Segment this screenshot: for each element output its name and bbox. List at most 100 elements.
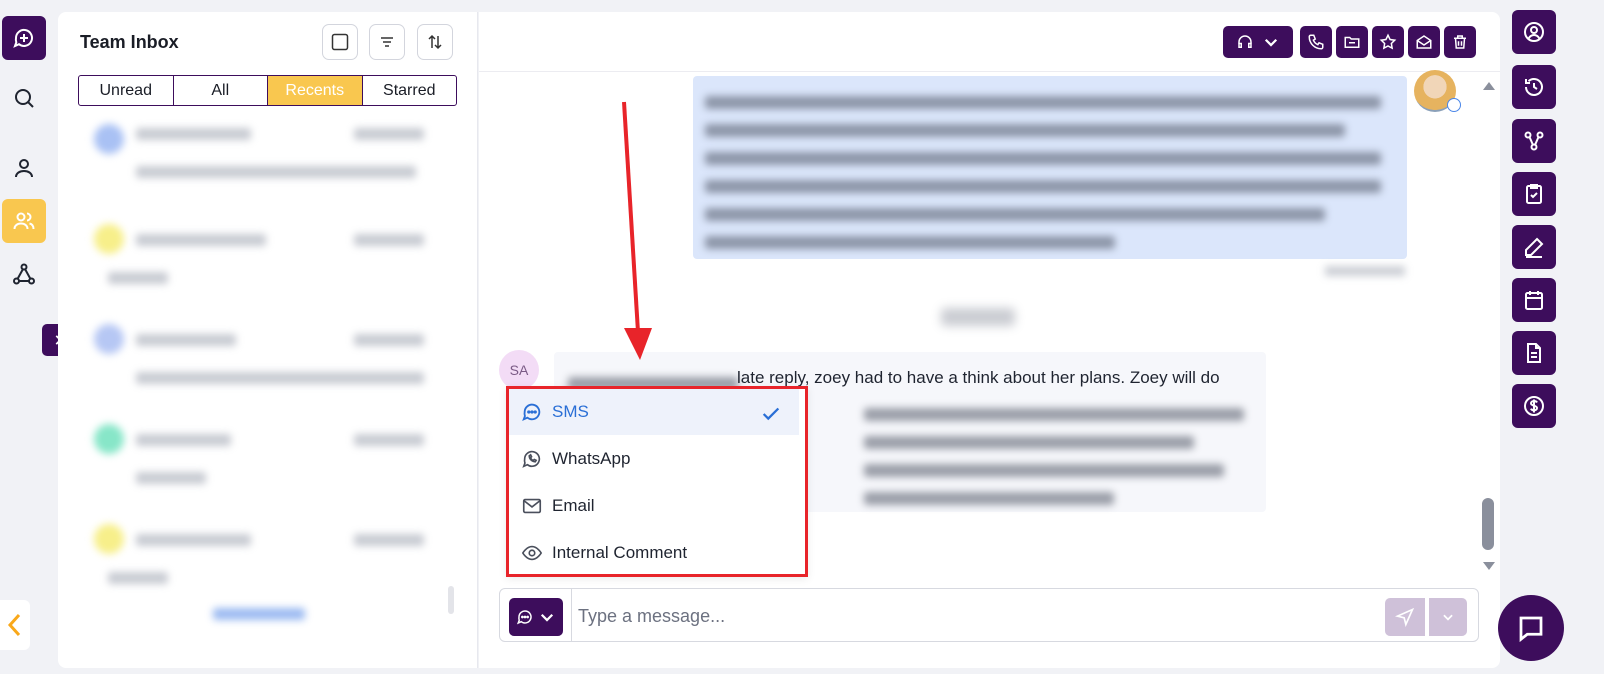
chat-bubble-icon xyxy=(1519,616,1543,643)
mark-read-button[interactable] xyxy=(1408,26,1440,58)
message-input[interactable] xyxy=(578,598,1368,634)
sms-icon xyxy=(522,403,541,422)
workflow-button[interactable] xyxy=(1512,119,1556,163)
archive-button[interactable] xyxy=(1336,26,1368,58)
avatar xyxy=(94,124,124,154)
load-more-link[interactable] xyxy=(213,608,305,620)
annotation-arrow xyxy=(622,101,652,360)
call-button[interactable] xyxy=(1300,26,1332,58)
channel-select-button[interactable] xyxy=(509,598,563,636)
profile-button[interactable] xyxy=(1512,10,1556,54)
chevron-down-icon xyxy=(540,613,554,622)
contact-avatar: SA xyxy=(499,350,539,390)
sms-badge-icon xyxy=(1447,98,1461,112)
star-button[interactable] xyxy=(1372,26,1404,58)
document-icon xyxy=(1527,343,1541,363)
scroll-down-arrow[interactable] xyxy=(1483,562,1495,570)
select-all-checkbox[interactable] xyxy=(322,24,358,60)
right-rail xyxy=(1512,10,1556,430)
folder-icon xyxy=(1344,36,1360,48)
send-options-button[interactable] xyxy=(1429,598,1467,636)
headset-icon xyxy=(1238,35,1252,48)
channel-option-label: Internal Comment xyxy=(552,543,688,562)
conversation-list xyxy=(58,116,478,616)
contacts-button[interactable] xyxy=(2,146,46,190)
sms-icon xyxy=(516,610,532,625)
message-timestamp xyxy=(1325,266,1405,276)
documents-button[interactable] xyxy=(1512,331,1556,375)
new-chat-button[interactable] xyxy=(2,16,46,60)
search-button[interactable] xyxy=(2,76,46,120)
calendar-button[interactable] xyxy=(1512,278,1556,322)
send-button[interactable] xyxy=(1385,598,1425,636)
tab-unread[interactable]: Unread xyxy=(79,76,174,105)
avatar xyxy=(94,324,124,354)
delete-button[interactable] xyxy=(1444,26,1476,58)
channel-option-email[interactable]: Email xyxy=(509,483,799,529)
history-button[interactable] xyxy=(1512,65,1556,109)
scroll-up-arrow[interactable] xyxy=(1483,82,1495,90)
whatsapp-icon xyxy=(522,450,541,468)
checkbox-icon xyxy=(331,33,349,51)
channel-option-sms[interactable]: SMS xyxy=(509,389,799,435)
inbox-title: Team Inbox xyxy=(80,32,179,52)
list-scrollbar[interactable] xyxy=(448,586,454,614)
inbox-panel: Team Inbox Unread All Recents Starred xyxy=(58,12,478,668)
tasks-button[interactable] xyxy=(1512,172,1556,216)
email-icon xyxy=(522,498,542,514)
support-chat-button[interactable] xyxy=(1498,595,1564,661)
history-icon xyxy=(1525,78,1543,96)
chevron-down-icon xyxy=(1443,614,1453,621)
search-icon xyxy=(15,89,34,108)
list-item[interactable] xyxy=(58,422,458,522)
list-item[interactable] xyxy=(58,522,458,616)
list-item[interactable] xyxy=(58,222,458,322)
inbox-tabs: Unread All Recents Starred xyxy=(78,75,457,106)
integrations-button[interactable] xyxy=(2,252,46,296)
channel-option-label: SMS xyxy=(552,402,589,421)
avatar xyxy=(94,224,124,254)
assign-dropdown-button[interactable] xyxy=(1223,26,1293,58)
eye-icon xyxy=(521,545,543,561)
tab-starred[interactable]: Starred xyxy=(363,76,457,105)
left-rail xyxy=(0,0,46,674)
calendar-icon xyxy=(1525,291,1543,310)
chevron-down-icon xyxy=(1264,38,1278,47)
channel-option-internal-comment[interactable]: Internal Comment xyxy=(509,530,799,576)
envelope-open-icon xyxy=(1416,35,1432,49)
star-icon xyxy=(1379,33,1397,50)
incoming-message-text: late reply, zoey had to have a think abo… xyxy=(737,368,1220,387)
channel-option-label: Email xyxy=(552,496,595,515)
channel-option-whatsapp[interactable]: WhatsApp xyxy=(509,436,799,482)
trash-icon xyxy=(1454,35,1466,49)
channel-dropdown: SMS WhatsApp Email Internal Comment xyxy=(506,386,808,577)
collapse-button[interactable] xyxy=(0,600,30,650)
message-composer xyxy=(499,588,1479,642)
team-inbox-button[interactable] xyxy=(2,199,46,243)
conversation-header xyxy=(479,12,1500,72)
users-icon xyxy=(13,212,35,230)
tab-recents[interactable]: Recents xyxy=(268,76,363,105)
send-icon xyxy=(1395,607,1415,627)
channel-option-label: WhatsApp xyxy=(552,449,631,468)
filter-button[interactable] xyxy=(369,24,405,60)
chevron-left-icon xyxy=(7,613,21,637)
avatar xyxy=(94,524,124,554)
network-icon xyxy=(13,263,35,285)
filter-icon xyxy=(381,37,393,47)
list-item[interactable] xyxy=(58,122,458,222)
dollar-circle-icon xyxy=(1524,396,1544,416)
clipboard-check-icon xyxy=(1526,184,1542,204)
date-separator xyxy=(941,308,1015,326)
tab-all[interactable]: All xyxy=(174,76,268,105)
user-icon xyxy=(15,159,33,178)
notes-button[interactable] xyxy=(1512,225,1556,269)
checkmark-icon xyxy=(762,407,780,421)
payments-button[interactable] xyxy=(1512,384,1556,428)
sort-button[interactable] xyxy=(417,24,453,60)
list-item[interactable] xyxy=(58,322,458,422)
avatar xyxy=(94,424,124,454)
message-scrollbar[interactable] xyxy=(1482,498,1494,550)
user-circle-icon xyxy=(1524,22,1544,42)
chat-plus-icon xyxy=(13,29,33,48)
